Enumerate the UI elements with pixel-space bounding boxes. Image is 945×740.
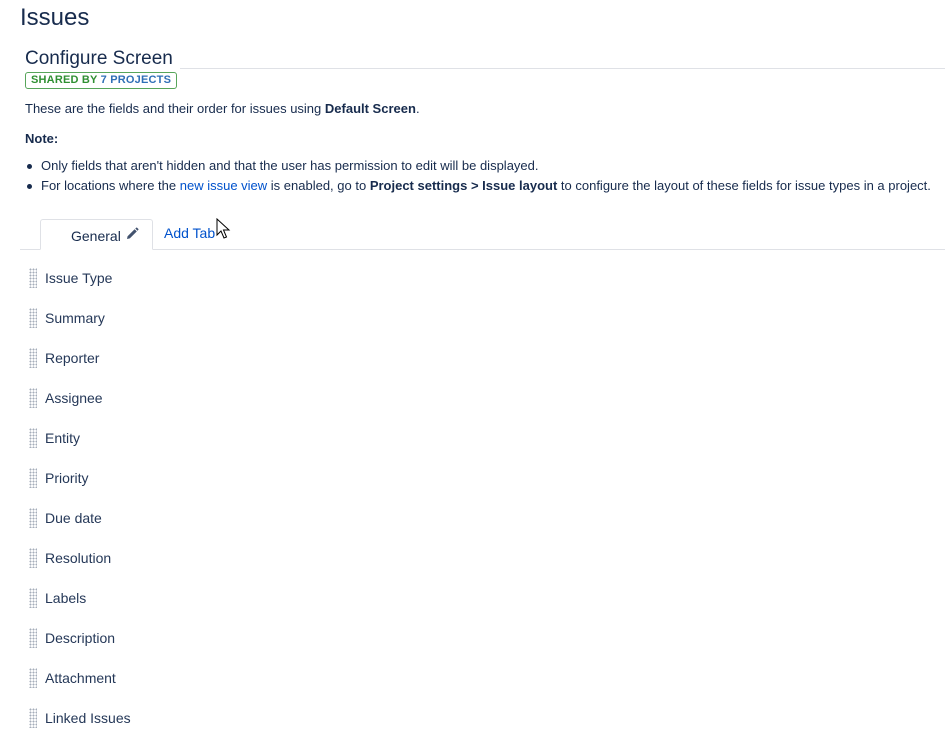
drag-handle-icon[interactable] (29, 468, 37, 488)
field-row[interactable]: Resolution (20, 538, 945, 578)
field-label: Summary (45, 310, 105, 326)
field-row[interactable]: Attachment (20, 658, 945, 698)
shared-projects-badge[interactable]: SHARED BY 7 PROJECTS (25, 72, 178, 89)
description-prefix: These are the fields and their order for… (25, 101, 325, 116)
drag-handle-icon[interactable] (29, 668, 37, 688)
configure-screen-title: Configure Screen (25, 48, 173, 69)
note-item-suffix: to configure the layout of these fields … (557, 178, 931, 193)
title-divider (180, 68, 945, 69)
drag-handle-icon[interactable] (29, 628, 37, 648)
tabs-divider (20, 249, 945, 250)
page-title: Issues (20, 4, 90, 31)
field-row[interactable]: Linked Issues (20, 698, 945, 738)
badge-text-projects: 7 PROJECTS (100, 74, 172, 86)
field-row[interactable]: Assignee (20, 378, 945, 418)
field-label: Resolution (45, 550, 112, 566)
field-label: Attachment (45, 670, 116, 686)
field-row[interactable]: Labels (20, 578, 945, 618)
add-tab-link[interactable]: Add Tab (164, 225, 215, 241)
note-label: Note: (25, 131, 59, 146)
field-row[interactable]: Reporter (20, 338, 945, 378)
drag-handle-icon[interactable] (29, 428, 37, 448)
drag-handle-icon[interactable] (29, 508, 37, 528)
drag-handle-icon[interactable] (29, 388, 37, 408)
badge-text-shared: SHARED BY (31, 74, 101, 86)
note-item-text: Only fields that aren't hidden and that … (41, 158, 539, 173)
field-label: Description (45, 630, 116, 646)
drag-handle-icon[interactable] (29, 708, 37, 728)
note-item-issue-view: For locations where the new issue view i… (25, 176, 931, 196)
tab-general-label: General (71, 228, 121, 244)
note-item-middle: is enabled, go to (267, 178, 370, 193)
screen-name: Default Screen (324, 101, 416, 116)
field-label: Entity (45, 430, 81, 446)
field-label: Priority (45, 470, 89, 486)
field-label: Assignee (45, 390, 103, 406)
drag-handle-icon[interactable] (29, 348, 37, 368)
field-row[interactable]: Priority (20, 458, 945, 498)
field-row[interactable]: Summary (20, 298, 945, 338)
notes-list: Only fields that aren't hidden and that … (25, 156, 931, 196)
drag-handle-icon[interactable] (29, 308, 37, 328)
drag-handle-icon[interactable] (29, 588, 37, 608)
drag-handle-icon[interactable] (29, 548, 37, 568)
field-row[interactable]: Entity (20, 418, 945, 458)
field-label: Reporter (45, 350, 100, 366)
new-issue-view-link[interactable]: new issue view (180, 178, 267, 193)
field-row[interactable]: Due date (20, 498, 945, 538)
field-label: Issue Type (45, 270, 113, 286)
drag-handle-icon[interactable] (29, 268, 37, 288)
field-list: Issue Type Summary Reporter Assignee Ent… (20, 258, 945, 738)
mouse-cursor-icon (216, 218, 231, 239)
field-label: Labels (45, 590, 87, 606)
field-label: Linked Issues (45, 710, 131, 726)
field-label: Due date (45, 510, 102, 526)
screen-description: These are the fields and their order for… (25, 101, 420, 116)
note-item-prefix: For locations where the (41, 178, 180, 193)
field-row[interactable]: Issue Type (20, 258, 945, 298)
description-suffix: . (415, 101, 420, 116)
field-row[interactable]: Description (20, 618, 945, 658)
tab-general[interactable]: General (40, 219, 153, 250)
pencil-icon[interactable] (125, 227, 139, 241)
settings-path: Project settings > Issue layout (369, 178, 558, 193)
note-item-permissions: Only fields that aren't hidden and that … (25, 156, 931, 176)
